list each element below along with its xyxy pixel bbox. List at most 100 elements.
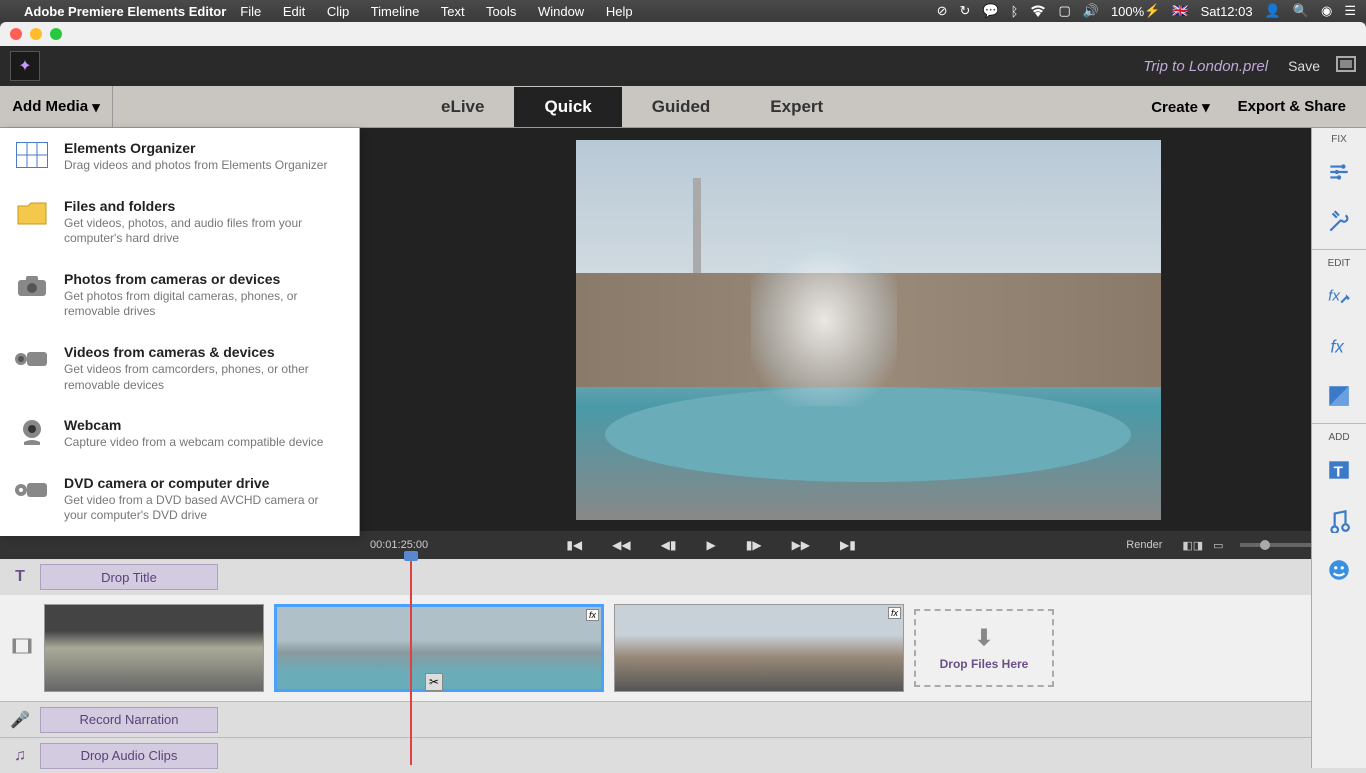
mode-bar: Add Media ▾ eLive Quick Guided Expert Cr… — [0, 86, 1366, 128]
record-narration-zone[interactable]: Record Narration — [40, 707, 218, 733]
right-rail: FIX EDIT fx fx ADD T — [1311, 128, 1366, 768]
notifications-icon[interactable]: ☰ — [1344, 3, 1356, 19]
playhead[interactable] — [410, 555, 412, 765]
render-button[interactable]: Render — [1126, 539, 1162, 551]
premiere-elements-logo: ✦ — [10, 51, 40, 81]
transitions-button[interactable] — [1312, 371, 1366, 421]
split-clip-icon[interactable]: ✂ — [425, 673, 443, 691]
export-share-button[interactable]: Export & Share — [1238, 98, 1346, 115]
wifi-icon[interactable] — [1030, 5, 1046, 17]
dvd-camera-icon — [14, 475, 50, 505]
step-back-button[interactable]: ◀▮ — [661, 538, 677, 552]
effects-button[interactable]: fx — [1312, 271, 1366, 321]
fast-forward-button[interactable]: ▶▶ — [792, 538, 810, 552]
add-media-webcam[interactable]: WebcamCapture video from a webcam compat… — [0, 405, 359, 463]
add-media-dvd[interactable]: DVD camera or computer driveGet video fr… — [0, 463, 359, 536]
video-clip-2[interactable]: fx ✂ — [274, 604, 604, 692]
play-button[interactable]: ▶ — [706, 538, 715, 552]
video-clip-3[interactable]: fx — [614, 604, 904, 692]
app-name[interactable]: Adobe Premiere Elements Editor — [24, 4, 226, 19]
battery-status[interactable]: 100% ⚡ — [1111, 3, 1160, 19]
svg-text:T: T — [1334, 464, 1344, 481]
menu-help[interactable]: Help — [606, 4, 633, 19]
fx-badge[interactable]: fx — [586, 609, 599, 621]
create-button[interactable]: Create ▾ — [1151, 98, 1209, 116]
applied-effects-button[interactable]: fx — [1312, 321, 1366, 371]
fx-badge[interactable]: fx — [888, 607, 901, 619]
add-media-panel: Elements OrganizerDrag videos and photos… — [0, 128, 360, 536]
playhead-marker[interactable] — [404, 551, 418, 561]
rewind-button[interactable]: ◀◀ — [612, 538, 630, 552]
add-media-videos-devices[interactable]: Videos from cameras & devicesGet videos … — [0, 332, 359, 405]
volume-icon[interactable]: 🔊 — [1083, 3, 1099, 19]
clock[interactable]: Sat 12:03 — [1201, 4, 1253, 19]
fullscreen-icon[interactable] — [1336, 56, 1356, 77]
macos-menubar: Adobe Premiere Elements Editor File Edit… — [0, 0, 1366, 22]
tab-elive[interactable]: eLive — [411, 87, 514, 127]
tab-guided[interactable]: Guided — [622, 87, 741, 127]
video-track-icon — [10, 638, 34, 659]
menu-timeline[interactable]: Timeline — [371, 4, 420, 19]
drop-files-zone[interactable]: ⬇ Drop Files Here — [914, 609, 1054, 687]
minimize-window-button[interactable] — [30, 28, 42, 40]
titles-button[interactable]: T — [1312, 445, 1366, 495]
app-titlebar: ✦ Trip to London.prel Save — [0, 46, 1366, 86]
menu-window[interactable]: Window — [538, 4, 584, 19]
menu-text[interactable]: Text — [441, 4, 465, 19]
menu-edit[interactable]: Edit — [283, 4, 305, 19]
tools-button[interactable] — [1312, 197, 1366, 247]
safe-margins-icon[interactable]: ◧◨ — [1182, 539, 1203, 552]
siri-icon[interactable]: ◉ — [1321, 3, 1332, 19]
rail-section-add: ADD — [1312, 426, 1366, 445]
add-media-button[interactable]: Add Media ▾ — [0, 86, 113, 127]
text-track-icon[interactable]: T — [0, 568, 40, 586]
chat-icon[interactable]: 💬 — [982, 3, 998, 19]
graphics-button[interactable] — [1312, 545, 1366, 595]
input-flag[interactable]: 🇬🇧 — [1172, 3, 1188, 19]
drop-audio-zone[interactable]: Drop Audio Clips — [40, 743, 218, 769]
music-track-icon[interactable]: ♫ — [0, 747, 40, 765]
add-media-files-folders[interactable]: Files and foldersGet videos, photos, and… — [0, 186, 359, 259]
adjust-button[interactable] — [1312, 147, 1366, 197]
close-window-button[interactable] — [10, 28, 22, 40]
step-forward-button[interactable]: ▮▶ — [746, 538, 762, 552]
rail-section-fix: FIX — [1312, 128, 1366, 147]
camcorder-icon — [14, 344, 50, 374]
playback-quality-icon[interactable]: ▭ — [1213, 539, 1223, 552]
music-button[interactable] — [1312, 495, 1366, 545]
add-media-photos-devices[interactable]: Photos from cameras or devicesGet photos… — [0, 259, 359, 332]
folder-icon — [14, 198, 50, 228]
save-button[interactable]: Save — [1288, 58, 1320, 74]
timecode[interactable]: 00:01:25:00 — [370, 539, 428, 551]
menu-tools[interactable]: Tools — [486, 4, 516, 19]
go-to-start-button[interactable]: ▮◀ — [566, 538, 582, 552]
narration-track: 🎤 Record Narration — [0, 701, 1366, 737]
tab-expert[interactable]: Expert — [740, 87, 853, 127]
grid-icon — [14, 140, 50, 170]
video-track[interactable]: fx ✂ fx ⬇ Drop Files Here — [0, 595, 1366, 701]
camera-icon — [14, 271, 50, 301]
rail-section-edit: EDIT — [1312, 252, 1366, 271]
timemachine-icon[interactable]: ↻ — [960, 3, 971, 19]
mic-track-icon[interactable]: 🎤 — [0, 710, 40, 730]
bluetooth-icon[interactable]: ᛒ — [1011, 4, 1019, 19]
drop-title-zone[interactable]: Drop Title — [40, 564, 218, 590]
menu-clip[interactable]: Clip — [327, 4, 349, 19]
video-clip-1[interactable] — [44, 604, 264, 692]
spotlight-icon[interactable]: 🔍 — [1293, 3, 1309, 19]
status-tray: ⊘ ↻ 💬 ᛒ ▢ 🔊 100% ⚡ 🇬🇧 Sat 12:03 👤 🔍 ◉ ☰ — [937, 3, 1356, 19]
menu-file[interactable]: File — [240, 4, 261, 19]
title-track: T Drop Title — [0, 559, 1366, 595]
go-to-end-button[interactable]: ▶▮ — [840, 538, 856, 552]
add-media-elements-organizer[interactable]: Elements OrganizerDrag videos and photos… — [0, 128, 359, 186]
webcam-icon — [14, 417, 50, 447]
svg-text:fx: fx — [1330, 337, 1345, 357]
noentry-icon[interactable]: ⊘ — [937, 3, 948, 19]
tab-quick[interactable]: Quick — [514, 87, 621, 127]
document-title: Trip to London.prel — [1143, 58, 1268, 75]
user-icon[interactable]: 👤 — [1265, 3, 1281, 19]
timeline: T Drop Title fx ✂ fx ⬇ Drop Files Here 🎤… — [0, 559, 1366, 773]
airplay-icon[interactable]: ▢ — [1058, 3, 1070, 19]
zoom-window-button[interactable] — [50, 28, 62, 40]
video-preview[interactable] — [576, 140, 1161, 520]
